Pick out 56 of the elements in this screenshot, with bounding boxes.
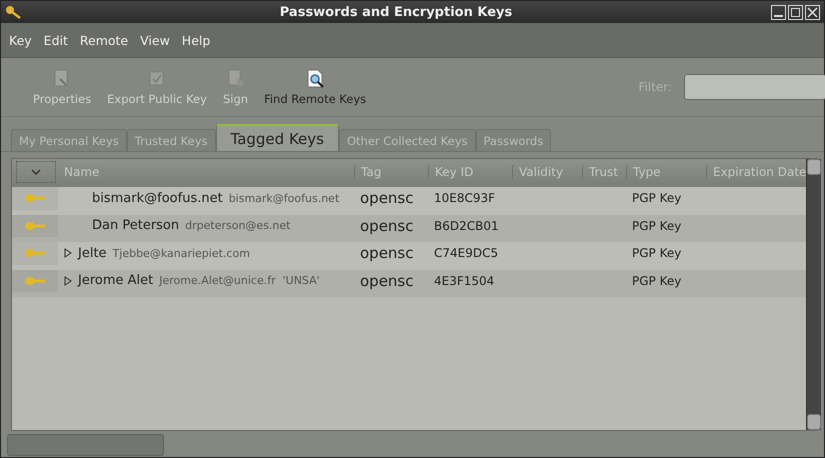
keys-icon bbox=[5, 5, 21, 19]
column-header[interactable]: Validity bbox=[512, 164, 582, 178]
key-id-cell-text: 4E3F1504 bbox=[433, 274, 496, 288]
tag-cell-text: opensc bbox=[359, 244, 414, 262]
tab[interactable]: Passwords bbox=[476, 129, 552, 151]
type-cell-text: PGP Key bbox=[631, 218, 682, 233]
key-icon bbox=[25, 276, 45, 286]
key-name: Jelte bbox=[78, 246, 107, 261]
tab[interactable]: Tagged Keys bbox=[216, 124, 339, 151]
key-email: bismark@foofus.net bbox=[228, 192, 340, 205]
menu-item[interactable]: Key bbox=[9, 32, 32, 48]
menu-item[interactable]: Remote bbox=[80, 32, 128, 48]
menu-item[interactable]: View bbox=[140, 32, 170, 48]
scrollbar[interactable] bbox=[806, 159, 822, 430]
document-hand-icon bbox=[226, 68, 246, 88]
key-icon bbox=[25, 193, 45, 204]
tag-cell-text: opensc bbox=[359, 189, 414, 208]
tab[interactable]: Trusted Keys bbox=[126, 129, 216, 151]
key-icon bbox=[25, 248, 45, 258]
key-id-cell-text: 10E8C93F bbox=[433, 191, 496, 206]
key-email: Jerome.Alet@unice.fr 'UNSA' bbox=[159, 274, 320, 288]
magnifier-document-icon bbox=[305, 68, 326, 88]
maximize-icon bbox=[789, 6, 802, 18]
menu-item[interactable]: Edit bbox=[44, 32, 68, 48]
chevron-down-icon bbox=[31, 168, 41, 174]
key-id-cell-text: C74E9DC5 bbox=[433, 246, 500, 260]
expander-icon[interactable] bbox=[64, 276, 72, 286]
key-name: Jerome Alet bbox=[78, 273, 154, 288]
close-icon bbox=[806, 6, 819, 18]
tag-cell-text: opensc bbox=[359, 216, 414, 235]
column-header[interactable]: Key ID bbox=[428, 164, 512, 178]
window-title: Passwords and Encryption Keys bbox=[278, 4, 514, 20]
menu-item[interactable]: Help bbox=[182, 32, 210, 48]
column-header[interactable]: Name bbox=[58, 164, 354, 178]
key-email: Tjebbe@kanariepiet.com bbox=[112, 246, 250, 260]
column-header[interactable]: Tag bbox=[354, 164, 428, 178]
minimize-button[interactable] bbox=[771, 4, 786, 20]
type-cell-text: PGP Key bbox=[631, 191, 682, 206]
column-header[interactable]: Trust bbox=[582, 164, 626, 178]
key-id-cell-text: B6D2CB01 bbox=[433, 218, 500, 233]
column-header[interactable]: Type bbox=[626, 164, 706, 178]
toolbar-button[interactable]: Find Remote Keys bbox=[262, 66, 368, 108]
expander-icon[interactable] bbox=[64, 248, 72, 258]
key-name: Dan Peterson bbox=[92, 218, 180, 234]
key-icon bbox=[25, 220, 45, 231]
tab[interactable]: Other Collected Keys bbox=[338, 129, 476, 151]
type-cell-text: PGP Key bbox=[631, 274, 682, 288]
filter-field[interactable] bbox=[684, 74, 825, 100]
key-name: bismark@foofus.net bbox=[92, 190, 223, 206]
maximize-button[interactable] bbox=[788, 4, 803, 20]
tag-cell-text: opensc bbox=[359, 272, 414, 290]
tab[interactable]: My Personal Keys bbox=[11, 129, 127, 151]
close-button[interactable] bbox=[805, 4, 820, 20]
minimize-icon bbox=[774, 14, 783, 16]
type-cell-text: PGP Key bbox=[631, 246, 682, 260]
key-email: drpeterson@es.net bbox=[185, 219, 290, 232]
